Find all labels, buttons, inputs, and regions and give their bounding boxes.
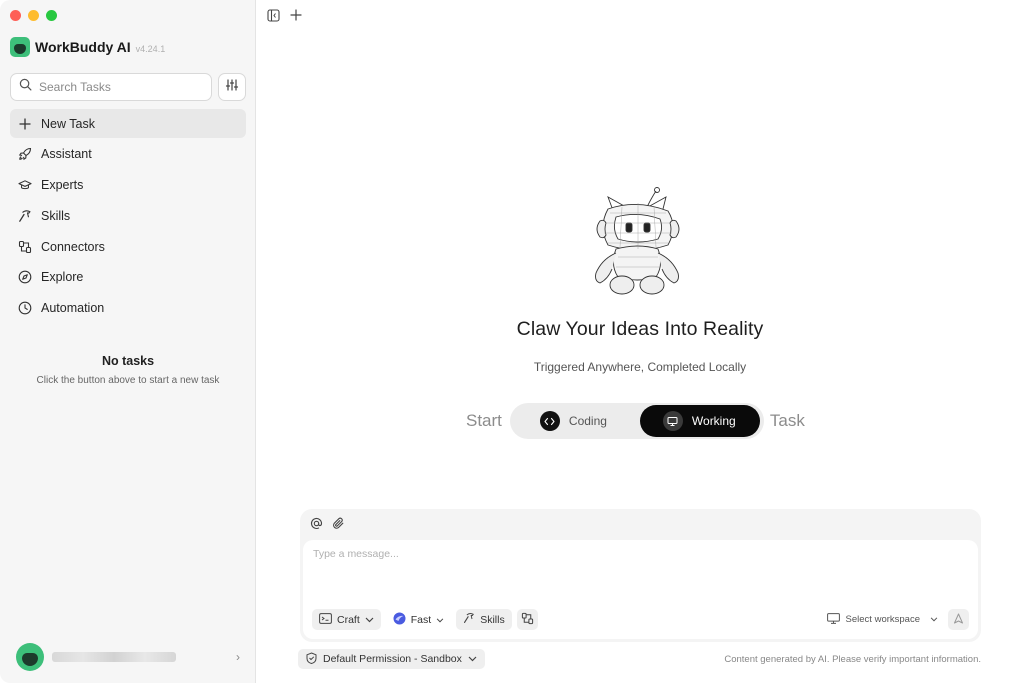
sidebar-item-automation[interactable]: Automation bbox=[10, 294, 246, 323]
sidebar-item-label: Skills bbox=[41, 208, 71, 223]
skills-button[interactable]: Skills bbox=[456, 609, 512, 630]
craft-mode-label: Craft bbox=[337, 613, 360, 626]
message-input-area: Craft Fast Skills bbox=[303, 540, 978, 639]
composer-toolbar: Craft Fast Skills bbox=[312, 609, 538, 630]
hammer-icon bbox=[463, 612, 475, 627]
ai-disclaimer: Content generated by AI. Please verify i… bbox=[724, 653, 981, 665]
permission-label: Default Permission - Sandbox bbox=[323, 653, 462, 665]
search-box[interactable] bbox=[10, 73, 212, 101]
sidebar-item-label: New Task bbox=[41, 116, 95, 131]
chevron-down-icon bbox=[468, 653, 477, 665]
mode-selector: Start Coding Working Task bbox=[466, 403, 805, 439]
sidebar-item-label: Experts bbox=[41, 178, 84, 193]
search-row bbox=[10, 73, 246, 101]
username-redacted bbox=[52, 652, 176, 662]
compass-icon bbox=[18, 270, 32, 284]
composer-right-tools: Select workspace bbox=[826, 609, 969, 630]
mode-suffix: Task bbox=[769, 411, 805, 430]
skills-label: Skills bbox=[480, 613, 505, 626]
toggle-sidebar-icon[interactable] bbox=[266, 8, 280, 22]
window-controls bbox=[10, 10, 57, 21]
sidebar-item-label: Assistant bbox=[41, 147, 92, 162]
brand: WorkBuddy AI v4.24.1 bbox=[10, 37, 165, 57]
top-toolbar bbox=[266, 8, 303, 22]
chevron-right-icon: › bbox=[236, 650, 240, 664]
mention-icon[interactable] bbox=[310, 517, 323, 535]
connector-icon bbox=[18, 240, 32, 254]
model-label: Fast bbox=[410, 613, 432, 626]
workspace-label: Select workspace bbox=[845, 614, 920, 625]
app-logo-icon bbox=[10, 37, 30, 57]
sidebar-item-assistant[interactable]: Assistant bbox=[10, 140, 246, 169]
maximize-window-button[interactable] bbox=[46, 10, 57, 21]
monitor-icon bbox=[662, 411, 683, 431]
craft-mode-dropdown[interactable]: Craft bbox=[312, 609, 381, 630]
message-composer: Craft Fast Skills bbox=[300, 509, 981, 642]
sidebar-nav: New Task Assistant Experts Skills Connec… bbox=[10, 109, 246, 325]
mode-option-label: Coding bbox=[568, 414, 607, 428]
new-tab-icon[interactable] bbox=[289, 8, 303, 22]
sidebar: WorkBuddy AI v4.24.1 New Task bbox=[0, 0, 256, 683]
search-icon bbox=[19, 78, 32, 96]
send-arrow-icon bbox=[953, 611, 964, 629]
shield-icon bbox=[306, 651, 317, 667]
graduation-cap-icon bbox=[18, 178, 32, 192]
close-window-button[interactable] bbox=[10, 10, 21, 21]
filter-button[interactable] bbox=[218, 73, 246, 101]
permission-dropdown[interactable]: Default Permission - Sandbox bbox=[298, 649, 485, 669]
chevron-down-icon bbox=[930, 614, 938, 625]
sidebar-item-skills[interactable]: Skills bbox=[10, 201, 246, 230]
app-window: WorkBuddy AI v4.24.1 New Task bbox=[0, 0, 1024, 683]
sidebar-item-connectors[interactable]: Connectors bbox=[10, 232, 246, 261]
sidebar-item-experts[interactable]: Experts bbox=[10, 171, 246, 200]
app-version: v4.24.1 bbox=[135, 44, 166, 54]
connectors-button[interactable] bbox=[516, 609, 538, 630]
sidebar-item-label: Automation bbox=[41, 301, 105, 316]
mode-prefix: Start bbox=[466, 411, 502, 430]
rocket-icon bbox=[18, 147, 32, 161]
hero-subtitle: Triggered Anywhere, Completed Locally bbox=[533, 360, 747, 374]
composer-footer: Default Permission - Sandbox Content gen… bbox=[298, 649, 981, 669]
minimize-window-button[interactable] bbox=[28, 10, 39, 21]
hammer-icon bbox=[18, 209, 32, 223]
hero-title: Claw Your Ideas Into Reality bbox=[516, 318, 764, 340]
main-panel: Claw Your Ideas Into Reality Triggered A… bbox=[256, 0, 1024, 683]
search-input[interactable] bbox=[39, 80, 189, 94]
folder-terminal-icon bbox=[319, 612, 332, 627]
monitor-icon bbox=[826, 612, 840, 627]
user-profile[interactable]: › bbox=[16, 643, 240, 671]
avatar bbox=[16, 643, 44, 671]
clock-icon bbox=[18, 301, 32, 315]
empty-state-title: No tasks bbox=[101, 354, 155, 368]
message-input[interactable] bbox=[313, 548, 913, 588]
connector-icon bbox=[521, 612, 534, 628]
mode-option-working[interactable]: Working bbox=[639, 405, 760, 437]
model-dropdown[interactable]: Fast bbox=[386, 609, 451, 630]
sidebar-item-label: Explore bbox=[41, 270, 84, 285]
mode-option-label: Working bbox=[691, 414, 736, 428]
empty-state: No tasks Click the button above to start… bbox=[0, 354, 256, 386]
chevron-down-icon bbox=[365, 615, 374, 625]
robot-cat-mascot-image bbox=[595, 187, 680, 295]
send-button[interactable] bbox=[948, 609, 969, 630]
chevron-down-icon bbox=[436, 615, 444, 625]
sliders-icon bbox=[225, 78, 239, 97]
mode-option-coding[interactable]: Coding bbox=[512, 405, 632, 437]
app-name: WorkBuddy AI bbox=[35, 39, 131, 55]
sidebar-item-explore[interactable]: Explore bbox=[10, 263, 246, 292]
composer-tools bbox=[310, 517, 345, 535]
mode-toggle: Coding Working bbox=[509, 403, 764, 439]
plus-icon bbox=[18, 117, 32, 131]
sidebar-item-new-task[interactable]: New Task bbox=[10, 109, 246, 138]
workspace-selector[interactable]: Select workspace bbox=[826, 612, 938, 627]
empty-state-subtitle: Click the button above to start a new ta… bbox=[36, 375, 220, 386]
sidebar-item-label: Connectors bbox=[41, 239, 105, 254]
attachment-icon[interactable] bbox=[332, 517, 345, 535]
model-logo-icon bbox=[393, 612, 406, 628]
code-icon bbox=[539, 411, 560, 431]
